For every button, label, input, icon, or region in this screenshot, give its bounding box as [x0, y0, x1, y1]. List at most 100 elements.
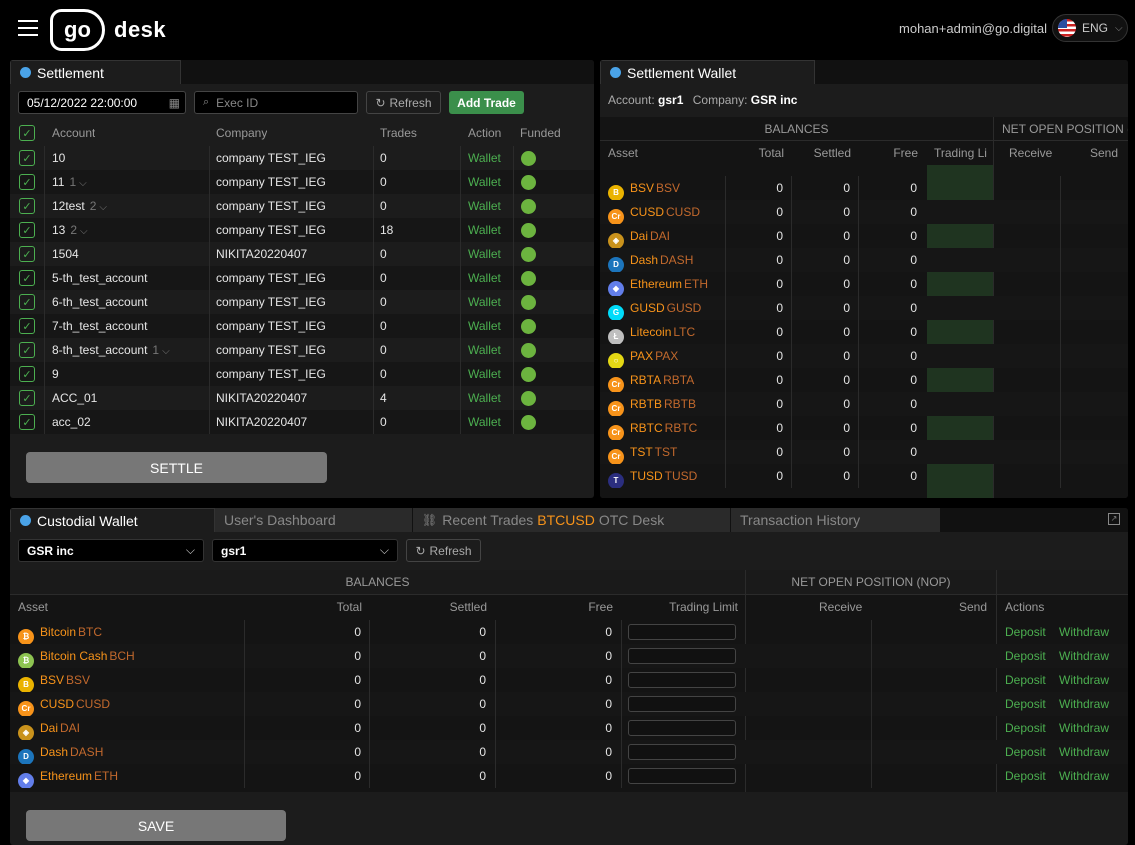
- row-checkbox[interactable]: ✓: [19, 246, 35, 262]
- table-row[interactable]: ✓ 7-th_test_account company TEST_IEG 0 Walle…: [10, 314, 594, 338]
- chevron-down-icon[interactable]: ⌵: [162, 346, 170, 357]
- add-trade-button[interactable]: Add Trade: [449, 91, 524, 114]
- language-selector[interactable]: ENG ⌵: [1052, 14, 1128, 42]
- custodial-refresh-button[interactable]: ↻ Refresh: [406, 539, 481, 562]
- chevron-down-icon[interactable]: ⌵: [79, 178, 87, 189]
- withdraw-link[interactable]: Withdraw: [1059, 668, 1109, 692]
- chevron-down-icon[interactable]: ⌵: [80, 226, 88, 237]
- tab-recent-trades[interactable]: ⛓ Recent Trades BTCUSD OTC Desk: [413, 508, 731, 532]
- tab-transaction-history[interactable]: Transaction History: [731, 508, 941, 532]
- wallet-col-free[interactable]: Free: [858, 141, 918, 165]
- chevron-down-icon[interactable]: ⌵: [99, 202, 107, 213]
- withdraw-link[interactable]: Withdraw: [1059, 692, 1109, 716]
- date-picker[interactable]: 05/12/2022 22:00:00 ▦: [18, 91, 186, 114]
- wallet-col-send[interactable]: Send: [1090, 141, 1118, 165]
- col-account[interactable]: Account: [52, 121, 95, 145]
- sub-account-count[interactable]: 2: [70, 223, 77, 237]
- account-select[interactable]: gsr1 ⌵: [212, 539, 398, 562]
- trading-limit-input[interactable]: [628, 672, 736, 688]
- withdraw-link[interactable]: Withdraw: [1059, 716, 1109, 740]
- deposit-link[interactable]: Deposit: [1005, 764, 1046, 788]
- table-row[interactable]: ✓ 1504 NIKITA20220407 0 Wallet: [10, 242, 594, 266]
- row-checkbox[interactable]: ✓: [19, 222, 35, 238]
- table-row[interactable]: ✓ 13 2 ⌵ company TEST_IEG 18 Wallet: [10, 218, 594, 242]
- tab-users-dashboard[interactable]: User's Dashboard: [215, 508, 413, 532]
- menu-icon[interactable]: [18, 20, 38, 36]
- col-settled[interactable]: Settled: [370, 595, 487, 619]
- wallet-link[interactable]: Wallet: [468, 146, 514, 170]
- exec-id-input[interactable]: ⌕ Exec ID: [194, 91, 358, 114]
- table-row[interactable]: ✓ 10 company TEST_IEG 0 Wallet: [10, 146, 594, 170]
- wallet-link[interactable]: Wallet: [468, 362, 514, 386]
- row-checkbox[interactable]: ✓: [19, 174, 35, 190]
- wallet-link[interactable]: Wallet: [468, 314, 514, 338]
- tab-custodial-wallet[interactable]: Custodial Wallet: [10, 508, 215, 532]
- deposit-link[interactable]: Deposit: [1005, 644, 1046, 668]
- sub-account-count[interactable]: 2: [90, 199, 97, 213]
- deposit-link[interactable]: Deposit: [1005, 692, 1046, 716]
- table-row[interactable]: ✓ 11 1 ⌵ company TEST_IEG 0 Wallet: [10, 170, 594, 194]
- row-checkbox[interactable]: ✓: [19, 342, 35, 358]
- table-row[interactable]: ✓ 9 company TEST_IEG 0 Wallet: [10, 362, 594, 386]
- col-company[interactable]: Company: [216, 121, 267, 145]
- wallet-link[interactable]: Wallet: [468, 170, 514, 194]
- withdraw-link[interactable]: Withdraw: [1059, 620, 1109, 644]
- col-receive[interactable]: Receive: [819, 595, 862, 619]
- col-trading-limit[interactable]: Trading Limit: [622, 595, 738, 619]
- user-email[interactable]: mohan+admin@go.digital: [899, 21, 1047, 36]
- col-funded[interactable]: Funded: [520, 121, 561, 145]
- wallet-link[interactable]: Wallet: [468, 266, 514, 290]
- trading-limit-input[interactable]: [628, 696, 736, 712]
- sub-account-count[interactable]: 1: [152, 343, 159, 357]
- wallet-link[interactable]: Wallet: [468, 218, 514, 242]
- wallet-link[interactable]: Wallet: [468, 242, 514, 266]
- table-row[interactable]: ✓ 12test 2 ⌵ company TEST_IEG 0 Wallet: [10, 194, 594, 218]
- row-checkbox[interactable]: ✓: [19, 150, 35, 166]
- row-checkbox[interactable]: ✓: [19, 390, 35, 406]
- tab-settlement-wallet[interactable]: Settlement Wallet: [600, 60, 815, 84]
- deposit-link[interactable]: Deposit: [1005, 740, 1046, 764]
- deposit-link[interactable]: Deposit: [1005, 620, 1046, 644]
- col-send[interactable]: Send: [959, 595, 987, 619]
- trading-limit-input[interactable]: [628, 768, 736, 784]
- wallet-link[interactable]: Wallet: [468, 194, 514, 218]
- row-checkbox[interactable]: ✓: [19, 270, 35, 286]
- row-checkbox[interactable]: ✓: [19, 414, 35, 430]
- table-row[interactable]: ✓ acc_02 NIKITA20220407 0 Wallet: [10, 410, 594, 434]
- wallet-col-receive[interactable]: Receive: [1009, 141, 1052, 165]
- trading-limit-input[interactable]: [628, 624, 736, 640]
- col-free[interactable]: Free: [496, 595, 613, 619]
- col-asset[interactable]: Asset: [18, 595, 48, 619]
- tab-settlement[interactable]: Settlement: [10, 60, 181, 84]
- table-row[interactable]: ✓ 5-th_test_account company TEST_IEG 0 Walle…: [10, 266, 594, 290]
- popout-icon[interactable]: ↗: [1108, 513, 1120, 525]
- row-checkbox[interactable]: ✓: [19, 294, 35, 310]
- company-select[interactable]: GSR inc ⌵: [18, 539, 204, 562]
- wallet-col-trading-limit[interactable]: Trading Li: [934, 141, 992, 165]
- sub-account-count[interactable]: 1: [69, 175, 76, 189]
- settle-button[interactable]: SETTLE: [26, 452, 327, 483]
- deposit-link[interactable]: Deposit: [1005, 716, 1046, 740]
- row-checkbox[interactable]: ✓: [19, 198, 35, 214]
- select-all-checkbox[interactable]: ✓: [19, 125, 35, 141]
- withdraw-link[interactable]: Withdraw: [1059, 764, 1109, 788]
- deposit-link[interactable]: Deposit: [1005, 668, 1046, 692]
- trading-limit-input[interactable]: [628, 744, 736, 760]
- withdraw-link[interactable]: Withdraw: [1059, 740, 1109, 764]
- withdraw-link[interactable]: Withdraw: [1059, 644, 1109, 668]
- row-checkbox[interactable]: ✓: [19, 318, 35, 334]
- wallet-link[interactable]: Wallet: [468, 338, 514, 362]
- table-row[interactable]: ✓ ACC_01 NIKITA20220407 4 Wallet: [10, 386, 594, 410]
- refresh-button[interactable]: ↻ Refresh: [366, 91, 441, 114]
- table-row[interactable]: ✓ 8-th_test_account 1 ⌵ company TEST_IEG 0 Wal…: [10, 338, 594, 362]
- trading-limit-input[interactable]: [628, 648, 736, 664]
- wallet-link[interactable]: Wallet: [468, 410, 514, 434]
- table-row[interactable]: ✓ 6-th_test_account company TEST_IEG 0 Walle…: [10, 290, 594, 314]
- wallet-col-asset[interactable]: Asset: [608, 141, 638, 165]
- wallet-link[interactable]: Wallet: [468, 386, 514, 410]
- wallet-col-settled[interactable]: Settled: [790, 141, 851, 165]
- trading-limit-input[interactable]: [628, 720, 736, 736]
- col-total[interactable]: Total: [244, 595, 362, 619]
- wallet-link[interactable]: Wallet: [468, 290, 514, 314]
- wallet-col-total[interactable]: Total: [720, 141, 784, 165]
